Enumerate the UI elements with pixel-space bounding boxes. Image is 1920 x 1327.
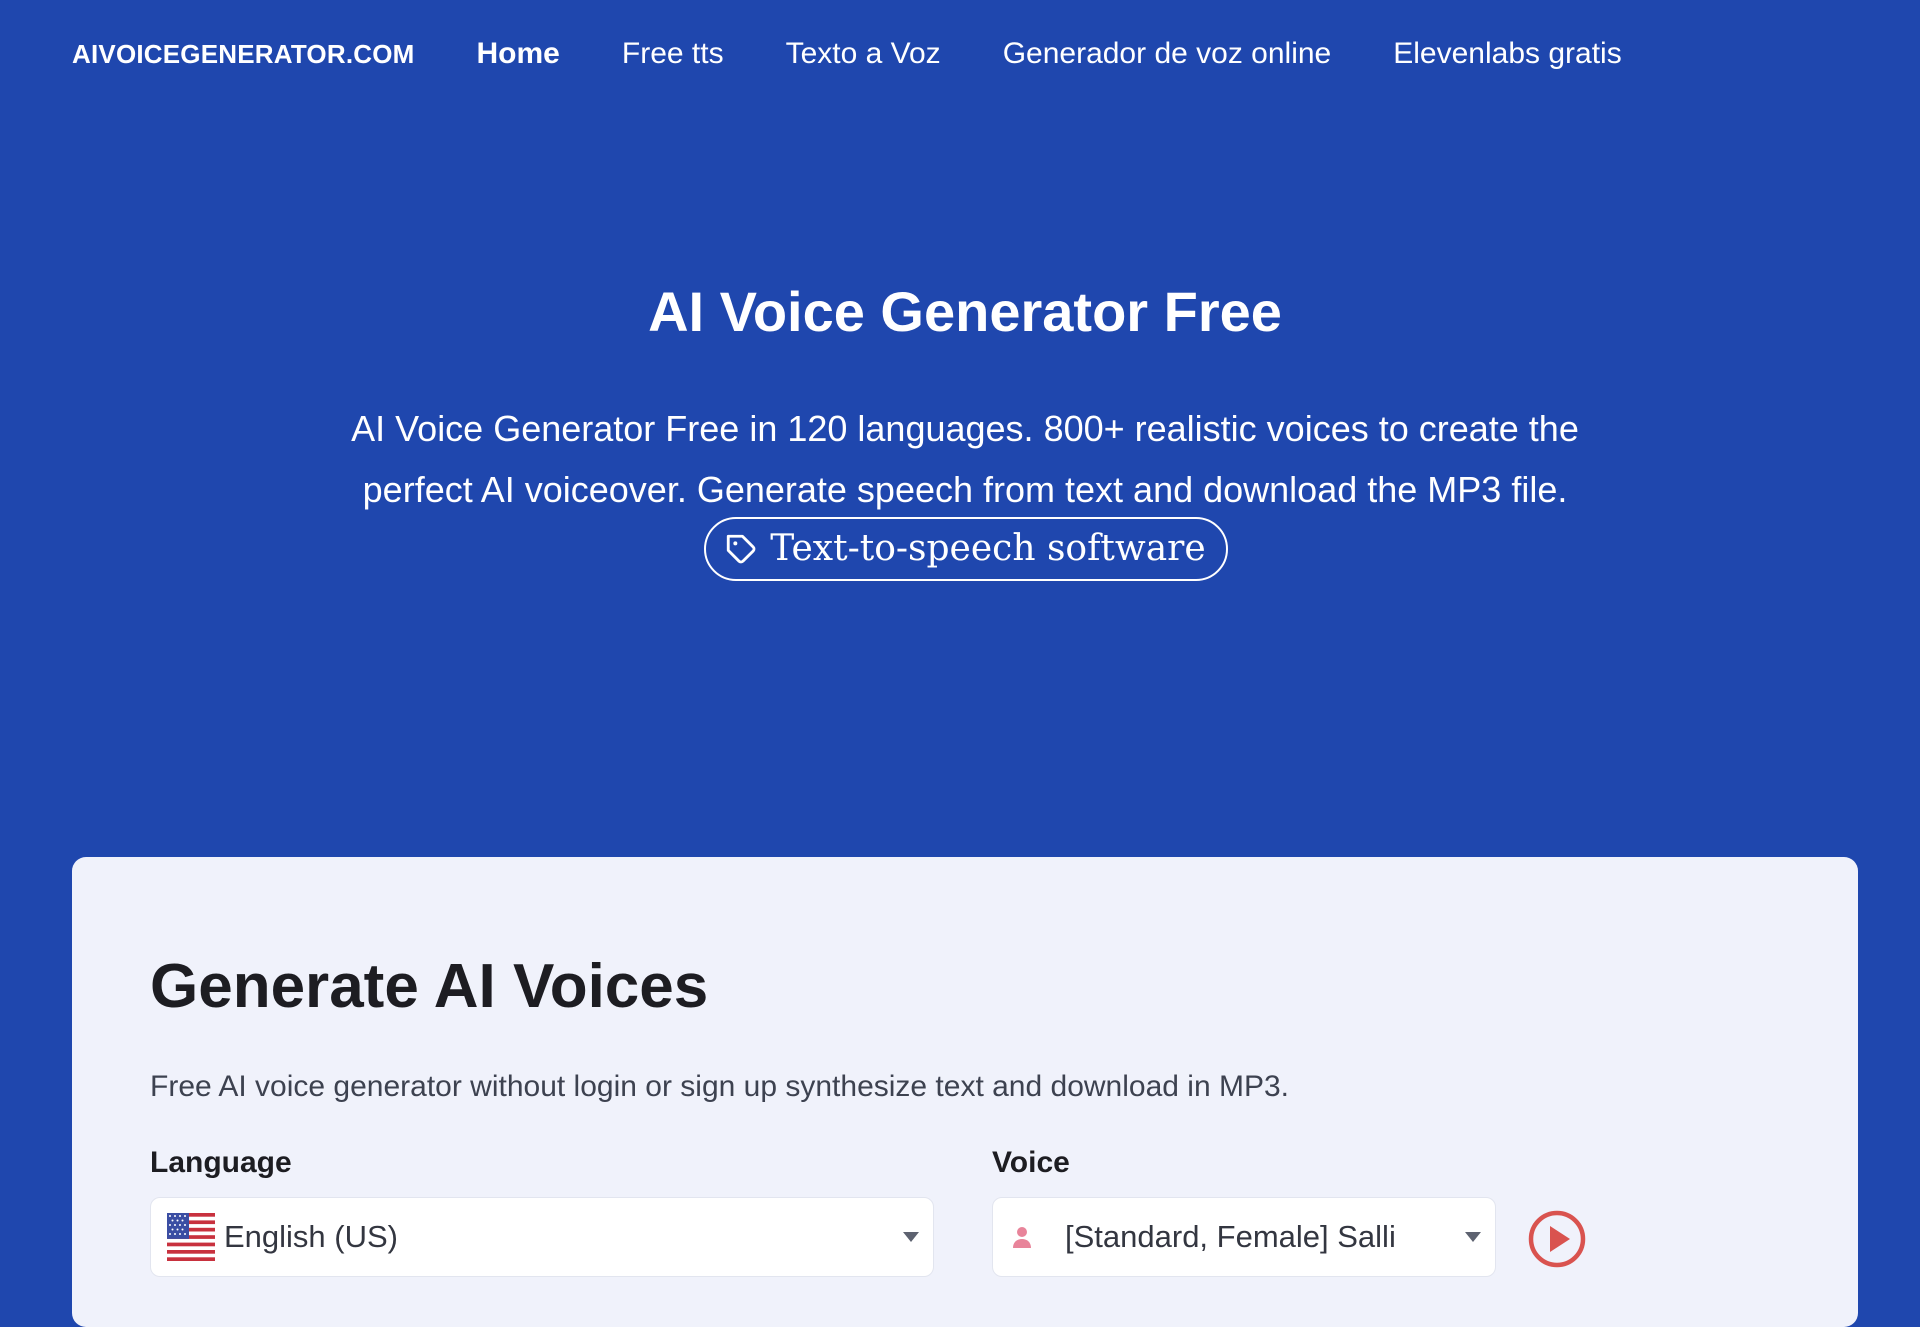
generator-description: Free AI voice generator without login or…: [150, 1070, 1289, 1103]
voice-select[interactable]: [Standard, Female] Salli: [992, 1197, 1496, 1277]
generator-title: Generate AI Voices: [150, 952, 709, 1021]
language-label: Language: [150, 1146, 292, 1179]
chevron-down-icon: [1465, 1232, 1481, 1242]
hero-description-text: AI Voice Generator Free in 120 languages…: [351, 408, 1579, 510]
voice-label: Voice: [992, 1146, 1070, 1179]
nav-link-home[interactable]: Home: [477, 37, 560, 71]
hero-description: AI Voice Generator Free in 120 languages…: [310, 398, 1620, 585]
nav-link-generador-de-voz[interactable]: Generador de voz online: [1003, 37, 1332, 71]
tag-icon: [727, 535, 756, 564]
generator-card: Generate AI Voices Free AI voice generat…: [72, 857, 1858, 1327]
hero-title: AI Voice Generator Free: [648, 280, 1282, 343]
top-nav: AIVOICEGENERATOR.COM Home Free tts Texto…: [72, 0, 1684, 108]
nav-link-free-tts[interactable]: Free tts: [622, 37, 724, 71]
language-select[interactable]: English (US): [150, 1197, 934, 1277]
text-to-speech-tag[interactable]: Text-to-speech software: [704, 517, 1228, 582]
voice-value: [Standard, Female] Salli: [1065, 1219, 1396, 1254]
nav-link-texto-a-voz[interactable]: Texto a Voz: [786, 37, 941, 71]
play-preview-button[interactable]: [1528, 1210, 1586, 1268]
tag-label: Text-to-speech software: [770, 528, 1206, 570]
nav-link-elevenlabs-gratis[interactable]: Elevenlabs gratis: [1393, 37, 1621, 71]
play-circle-icon: [1528, 1210, 1586, 1268]
us-flag-icon: [167, 1213, 215, 1261]
chevron-down-icon: [903, 1232, 919, 1242]
language-value: English (US): [224, 1219, 398, 1254]
female-person-icon: [1013, 1227, 1031, 1248]
brand-logo[interactable]: AIVOICEGENERATOR.COM: [72, 39, 415, 70]
